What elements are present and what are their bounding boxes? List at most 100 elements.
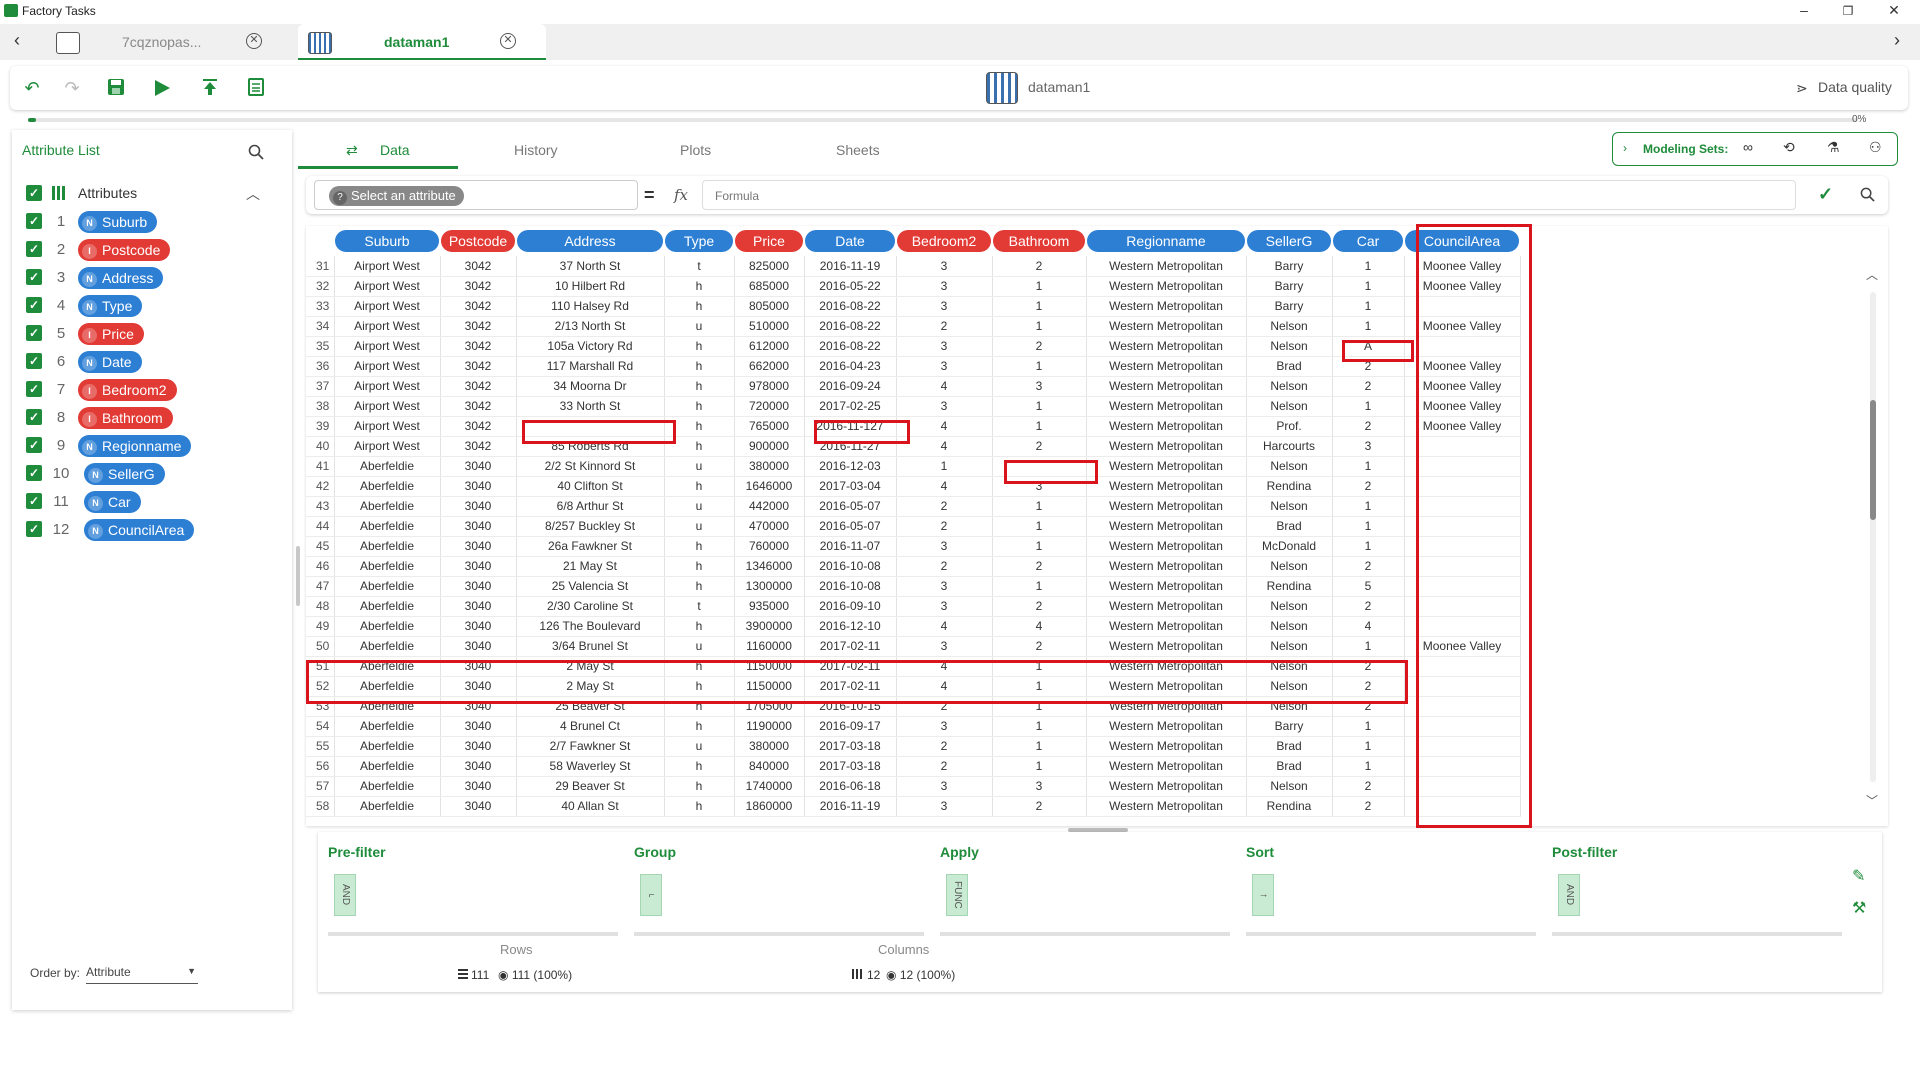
table-cell[interactable]: 1150000 [734, 676, 805, 697]
table-cell[interactable] [1404, 336, 1521, 357]
table-row[interactable]: 43 Aberfeldie 3040 6/8 Arthur St u 442000 2016… [306, 496, 1521, 517]
table-cell[interactable]: 1646000 [734, 476, 805, 497]
table-cell[interactable]: 2016-05-07 [804, 496, 897, 517]
run-icon[interactable] [152, 78, 172, 98]
scroll-up-icon[interactable]: ︿ [1866, 266, 1878, 283]
table-cell[interactable]: Western Metropolitan [1086, 276, 1247, 297]
checkbox[interactable]: ✓ [26, 381, 42, 397]
table-cell[interactable]: 3040 [440, 656, 517, 677]
checkbox[interactable]: ✓ [26, 241, 42, 257]
table-cell[interactable]: Aberfeldie [334, 556, 441, 577]
infinity-icon[interactable]: ∞ [1743, 139, 1753, 155]
table-row[interactable]: 55 Aberfeldie 3040 2/7 Fawkner St u 380000 201… [306, 736, 1521, 757]
table-cell[interactable]: 2 May St [516, 656, 665, 677]
table-cell[interactable]: Nelson [1246, 376, 1333, 397]
table-cell[interactable]: 2 [896, 556, 993, 577]
stage-drop-zone[interactable]: AND [328, 870, 618, 936]
table-cell[interactable]: h [664, 396, 735, 417]
search-icon[interactable] [248, 144, 264, 165]
search-icon[interactable] [1860, 187, 1875, 207]
table-cell[interactable]: 1 [992, 416, 1087, 437]
table-cell[interactable]: 2 [896, 496, 993, 517]
table-cell[interactable]: Western Metropolitan [1086, 296, 1247, 317]
table-cell[interactable]: 1 [1332, 636, 1405, 657]
chevron-left-icon[interactable]: ‹ [14, 30, 20, 51]
table-cell[interactable]: 1 [1332, 716, 1405, 737]
attribute-item-bedroom2[interactable]: ✓ 7 I Bedroom2 [26, 378, 266, 402]
table-cell[interactable]: Western Metropolitan [1086, 376, 1247, 397]
table-cell[interactable]: Western Metropolitan [1086, 456, 1247, 477]
checkbox[interactable]: ✓ [26, 213, 42, 229]
formula-input[interactable]: Formula [702, 180, 1796, 210]
table-cell[interactable] [1404, 596, 1521, 617]
table-cell[interactable]: 2017-02-11 [804, 656, 897, 677]
table-cell[interactable]: Western Metropolitan [1086, 256, 1247, 277]
table-cell[interactable]: Aberfeldie [334, 696, 441, 717]
table-cell[interactable]: 2017-02-11 [804, 676, 897, 697]
table-cell[interactable]: 978000 [734, 376, 805, 397]
table-cell[interactable]: Airport West [334, 436, 441, 457]
table-cell[interactable]: t [664, 256, 735, 277]
table-cell[interactable]: 25 Valencia St [516, 576, 665, 597]
table-cell[interactable]: 510000 [734, 316, 805, 337]
table-cell[interactable]: Aberfeldie [334, 616, 441, 637]
table-cell[interactable]: 3042 [440, 416, 517, 437]
table-cell[interactable]: 2 May St [516, 676, 665, 697]
table-cell[interactable]: 2/30 Caroline St [516, 596, 665, 617]
table-cell[interactable]: 662000 [734, 356, 805, 377]
column-header-price[interactable]: Price [734, 226, 804, 256]
table-cell[interactable]: 3040 [440, 516, 517, 537]
table-cell[interactable] [1404, 716, 1521, 737]
table-cell[interactable]: 3040 [440, 536, 517, 557]
attribute-pill[interactable]: N Address [78, 267, 164, 289]
attribute-item-car[interactable]: ✓ 11 N Car [26, 490, 266, 514]
table-cell[interactable]: 26a Fawkner St [516, 536, 665, 557]
cycle-icon[interactable]: ⟲ [1783, 139, 1795, 156]
table-cell[interactable]: 2 [896, 316, 993, 337]
table-cell[interactable]: 2016-12-10 [804, 616, 897, 637]
table-cell[interactable]: 58 Waverley St [516, 756, 665, 777]
table-cell[interactable]: 3042 [440, 276, 517, 297]
table-cell[interactable]: 2 [992, 556, 1087, 577]
table-cell[interactable]: 4 [896, 436, 993, 457]
column-header-address[interactable]: Address [516, 226, 664, 256]
table-cell[interactable]: 2016-11-127 [804, 416, 897, 437]
table-cell[interactable]: Airport West [334, 396, 441, 417]
maximize-button[interactable]: ❐ [1838, 4, 1858, 18]
checkbox[interactable]: ✓ [26, 325, 42, 341]
table-cell[interactable]: 5 [1332, 576, 1405, 597]
table-cell[interactable]: 3/64 Brunel St [516, 636, 665, 657]
table-cell[interactable]: Airport West [334, 356, 441, 377]
table-cell[interactable]: 3 [896, 276, 993, 297]
table-cell[interactable]: Western Metropolitan [1086, 556, 1247, 577]
column-header-sellerg[interactable]: SellerG [1246, 226, 1332, 256]
attribute-item-regionname[interactable]: ✓ 9 N Regionname [26, 434, 266, 458]
attribute-pill[interactable]: N Regionname [78, 435, 192, 457]
table-cell[interactable]: 1 [1332, 296, 1405, 317]
table-cell[interactable]: Aberfeldie [334, 676, 441, 697]
table-cell[interactable]: 3 [896, 716, 993, 737]
table-cell[interactable]: h [664, 576, 735, 597]
column-header-regionname[interactable]: Regionname [1086, 226, 1246, 256]
table-cell[interactable]: 935000 [734, 596, 805, 617]
table-cell[interactable]: Western Metropolitan [1086, 576, 1247, 597]
table-cell[interactable]: 2/13 North St [516, 316, 665, 337]
table-cell[interactable]: Nelson [1246, 776, 1333, 797]
table-cell[interactable]: 3042 [440, 336, 517, 357]
table-cell[interactable]: 1 [896, 456, 993, 477]
stage-handle[interactable]: FUNC [946, 874, 968, 916]
table-cell[interactable]: h [664, 336, 735, 357]
attribute-item-date[interactable]: ✓ 6 N Date [26, 350, 266, 374]
table-cell[interactable]: 3 [896, 256, 993, 277]
table-cell[interactable] [1404, 536, 1521, 557]
table-cell[interactable]: 1 [992, 316, 1087, 337]
stage-drop-zone[interactable]: AND [1552, 870, 1842, 936]
table-row[interactable]: 34 Airport West 3042 2/13 North St u 510000 20… [306, 316, 1521, 337]
table-cell[interactable]: Western Metropolitan [1086, 776, 1247, 797]
table-cell[interactable]: 85 Roberts Rd [516, 436, 665, 457]
table-cell[interactable]: 2016-11-07 [804, 536, 897, 557]
hammer-icon[interactable]: ⚒ [1852, 898, 1866, 918]
close-tab-icon[interactable]: ✕ [500, 33, 516, 49]
table-cell[interactable]: h [664, 436, 735, 457]
table-row[interactable]: 50 Aberfeldie 3040 3/64 Brunel St u 1160000 20… [306, 636, 1521, 657]
